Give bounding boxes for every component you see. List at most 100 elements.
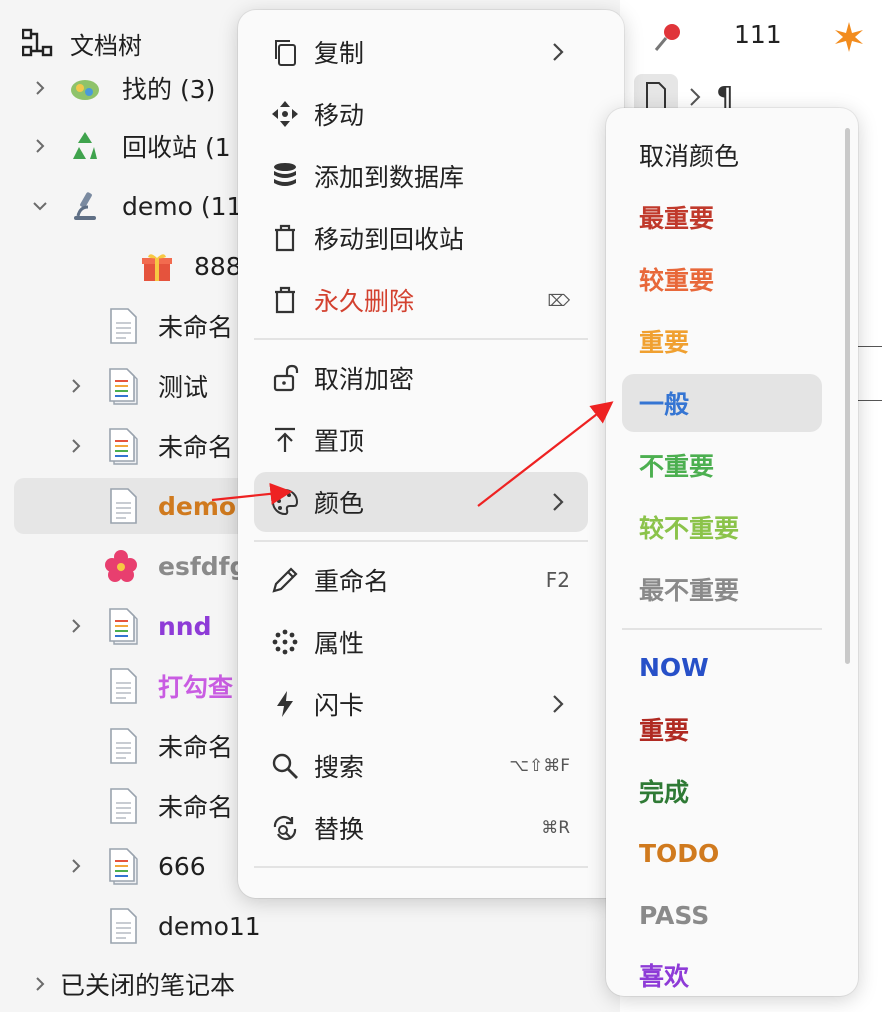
hibiscus-icon bbox=[102, 547, 140, 585]
menu-item-copy[interactable]: 复制 bbox=[254, 22, 588, 82]
menu-item-move-to-trash[interactable]: 移动到回收站 bbox=[254, 208, 588, 268]
flash-icon bbox=[268, 687, 302, 721]
menu-item-replace[interactable]: 替换 ⌘R bbox=[254, 798, 588, 858]
pencil-icon bbox=[268, 563, 302, 597]
documents-icon bbox=[104, 607, 142, 645]
document-icon bbox=[104, 667, 142, 705]
search-icon bbox=[268, 749, 302, 783]
menu-separator bbox=[254, 866, 588, 868]
tree-item-label: esfdfg bbox=[158, 551, 248, 581]
menu-item-remove-encryption[interactable]: 取消加密 bbox=[254, 348, 588, 408]
documents-icon bbox=[104, 427, 142, 465]
editor-divider bbox=[858, 346, 882, 347]
pushpin-icon[interactable] bbox=[652, 20, 686, 58]
shortcut-rename: F2 bbox=[545, 568, 570, 592]
chevron-right-icon[interactable] bbox=[26, 970, 54, 998]
shortcut-replace: ⌘R bbox=[541, 818, 570, 838]
tree-item-label: 找的 (3) bbox=[122, 75, 216, 104]
chevron-right-icon[interactable] bbox=[26, 132, 54, 160]
document-icon bbox=[104, 727, 142, 765]
editor-count: 111 bbox=[734, 20, 782, 49]
color-item-important-tag[interactable]: 重要 bbox=[622, 700, 822, 758]
pin-top-icon bbox=[268, 423, 302, 457]
color-submenu: 取消颜色 最重要 较重要 重要 一般 不重要 较不重要 最不重要 NOW 重要 … bbox=[606, 108, 858, 996]
tree-item-label: 测试 bbox=[158, 373, 209, 402]
tree-item-label: nnd bbox=[158, 611, 212, 641]
replace-icon bbox=[268, 811, 302, 845]
chevron-right-icon[interactable] bbox=[62, 372, 90, 400]
color-item-least-important[interactable]: 最不重要 bbox=[622, 560, 822, 618]
color-item-now[interactable]: NOW bbox=[622, 638, 822, 696]
shortcut-delete: ⌦ bbox=[547, 290, 570, 310]
menu-item-pin-top[interactable]: 置顶 bbox=[254, 410, 588, 470]
trash-icon bbox=[268, 283, 302, 317]
menu-separator bbox=[254, 540, 588, 542]
documents-icon bbox=[104, 847, 142, 885]
tree-item-label: 已关闭的笔记本 bbox=[60, 971, 236, 1000]
chevron-right-icon[interactable] bbox=[62, 852, 90, 880]
menu-item-move[interactable]: 移动 bbox=[254, 84, 588, 144]
color-item-like[interactable]: 喜欢 bbox=[622, 946, 822, 996]
menu-item-delete-permanently[interactable]: 永久删除 ⌦ bbox=[254, 270, 588, 330]
menu-item-attributes[interactable]: 属性 bbox=[254, 612, 588, 672]
tree-item-label: demo bbox=[158, 491, 237, 521]
attributes-icon bbox=[268, 625, 302, 659]
tree-item-label: 未命名 bbox=[158, 433, 234, 462]
documents-icon bbox=[104, 367, 142, 405]
doc-tree-title: 文档树 bbox=[70, 31, 142, 60]
submenu-scrollbar[interactable] bbox=[845, 128, 850, 664]
color-item-pass[interactable]: PASS bbox=[622, 886, 822, 944]
color-item-done[interactable]: 完成 bbox=[622, 762, 822, 820]
chevron-right-icon[interactable] bbox=[62, 612, 90, 640]
microscope-icon bbox=[66, 187, 104, 225]
palette-icon bbox=[268, 485, 302, 519]
chevron-right-icon[interactable] bbox=[26, 74, 54, 102]
doc-tree-header: 文档树 bbox=[21, 24, 142, 62]
shortcut-search: ⌥⇧⌘F bbox=[509, 756, 570, 776]
color-item-none[interactable]: 取消颜色 bbox=[622, 126, 822, 184]
trash-icon bbox=[268, 221, 302, 255]
document-icon bbox=[104, 787, 142, 825]
document-icon bbox=[104, 307, 142, 345]
menu-separator bbox=[254, 338, 588, 340]
document-icon bbox=[104, 487, 142, 525]
database-icon bbox=[268, 159, 302, 193]
move-icon bbox=[268, 97, 302, 131]
sparkle-icon[interactable] bbox=[832, 20, 866, 58]
closed-notebooks[interactable]: 已关闭的笔记本 bbox=[0, 956, 620, 1012]
notebook-emoji-icon bbox=[66, 69, 104, 107]
menu-item-color[interactable]: 颜色 bbox=[254, 472, 588, 532]
tree-item-label: 未命名 bbox=[158, 793, 234, 822]
tree-item-label: 回收站 (1 bbox=[122, 133, 231, 162]
tree-item[interactable]: demo11 bbox=[0, 898, 620, 954]
tree-item-label: demo11 bbox=[158, 911, 261, 941]
tree-item-label: 666 bbox=[158, 851, 206, 881]
tree-item-label: 未命名 bbox=[158, 313, 234, 342]
chevron-right-icon bbox=[546, 490, 570, 514]
editor-divider bbox=[858, 400, 882, 401]
chevron-right-icon bbox=[546, 40, 570, 64]
color-item-normal[interactable]: 一般 bbox=[622, 374, 822, 432]
tree-item-label: 888 bbox=[194, 251, 242, 281]
menu-item-search[interactable]: 搜索 ⌥⇧⌘F bbox=[254, 736, 588, 796]
tree-item-label: 未命名 bbox=[158, 733, 234, 762]
menu-item-rename[interactable]: 重命名 F2 bbox=[254, 550, 588, 610]
copy-icon bbox=[268, 35, 302, 69]
chevron-down-icon[interactable] bbox=[26, 192, 54, 220]
color-item-more-important[interactable]: 较重要 bbox=[622, 250, 822, 308]
chevron-right-icon bbox=[546, 692, 570, 716]
context-menu: 复制 移动 添加到数据库 移动到回收站 永久删除 ⌦ 取消加密 置顶 颜色 重命… bbox=[238, 10, 624, 898]
tree-item-label: 打勾查 bbox=[158, 673, 234, 702]
color-item-important[interactable]: 重要 bbox=[622, 312, 822, 370]
unlock-icon bbox=[268, 361, 302, 395]
doc-tree-icon bbox=[21, 28, 54, 58]
color-item-less-important[interactable]: 较不重要 bbox=[622, 498, 822, 556]
color-item-most-important[interactable]: 最重要 bbox=[622, 188, 822, 246]
color-item-not-important[interactable]: 不重要 bbox=[622, 436, 822, 494]
document-icon bbox=[104, 907, 142, 945]
chevron-right-icon[interactable] bbox=[62, 432, 90, 460]
menu-item-add-to-database[interactable]: 添加到数据库 bbox=[254, 146, 588, 206]
tree-item-label: demo (11 bbox=[122, 191, 243, 221]
color-item-todo[interactable]: TODO bbox=[622, 824, 822, 882]
menu-item-flashcard[interactable]: 闪卡 bbox=[254, 674, 588, 734]
